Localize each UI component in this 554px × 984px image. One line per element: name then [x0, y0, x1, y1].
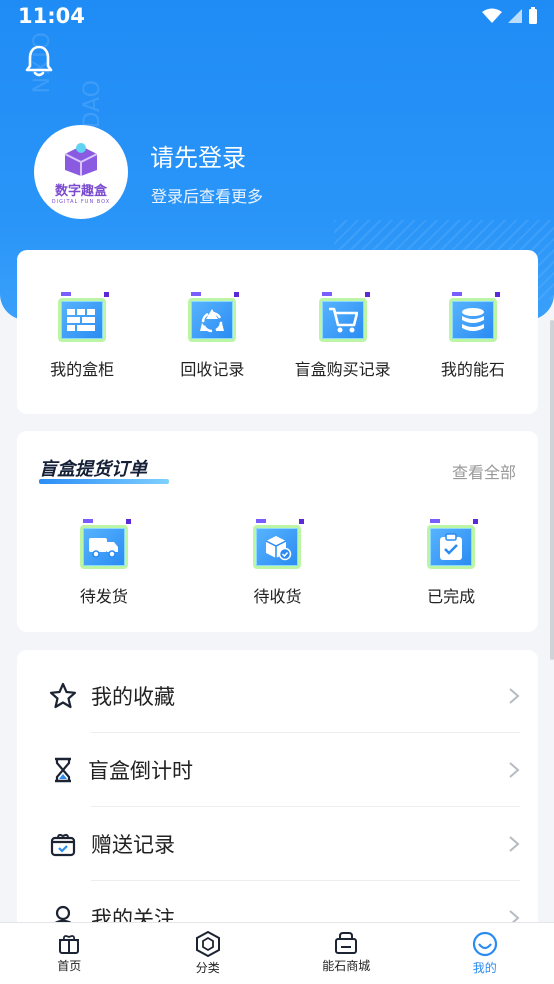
tab-mine[interactable]: 我的 [416, 923, 554, 984]
status-icons [482, 7, 538, 25]
star-icon [49, 682, 77, 709]
tab-label: 首页 [57, 959, 82, 973]
menu-item-countdown[interactable]: 盲盒倒计时 [17, 733, 538, 807]
tab-label: 我的 [472, 961, 497, 975]
shop-bag-icon [335, 932, 358, 954]
menu-item-label: 盲盒倒计时 [88, 759, 193, 783]
orders-title: 盲盒提货订单 [39, 455, 169, 484]
home-gift-icon [59, 935, 80, 954]
signal-icon [508, 9, 522, 23]
tab-stone-shop[interactable]: 能石商城 [277, 923, 416, 984]
order-status-label: 待发货 [79, 587, 128, 606]
cart-icon [316, 290, 370, 344]
login-subtitle: 登录后查看更多 [151, 187, 264, 206]
menu-item-favorites[interactable]: 我的收藏 [17, 659, 538, 733]
status-time: 11:04 [18, 4, 85, 28]
orders-card: 盲盒提货订单 查看全部 待发货 待收货 已完成 [17, 431, 538, 632]
order-status-pending-receipt[interactable]: 待收货 [191, 517, 365, 607]
brand-subtitle: DIGITAL FUN BOX [51, 198, 111, 205]
decor-text: DAO [80, 80, 105, 129]
wifi-icon [482, 8, 502, 23]
gift-record-icon [50, 833, 76, 857]
login-title[interactable]: 请先登录 [150, 138, 246, 173]
scrollbar[interactable] [550, 320, 554, 660]
brand-name: 数字趣盒 [54, 183, 107, 199]
category-cube-icon [195, 931, 220, 957]
orders-title-text: 盲盒提货订单 [39, 459, 147, 480]
coins-icon [446, 290, 500, 344]
chevron-right-icon [509, 688, 520, 704]
menu-item-gift-records[interactable]: 赠送记录 [17, 807, 538, 881]
quick-menu-label: 盲盒购买记录 [294, 360, 391, 379]
hourglass-icon [55, 757, 71, 783]
order-status-pending-shipment[interactable]: 待发货 [17, 517, 191, 607]
quick-menu-item-recycle[interactable]: 回收记录 [147, 290, 277, 380]
notification-bell-icon[interactable] [24, 44, 54, 78]
quick-menu-item-stones[interactable]: 我的能石 [408, 290, 538, 380]
bottom-tab-bar: 首页 分类 能石商城 我的 [0, 922, 554, 984]
quick-menu-label: 我的盒柜 [50, 360, 115, 379]
order-status-completed[interactable]: 已完成 [364, 517, 538, 607]
tab-label: 能石商城 [322, 959, 371, 973]
clipboard-check-icon [424, 517, 479, 571]
avatar[interactable]: 数字趣盒 DIGITAL FUN BOX [34, 125, 128, 219]
truck-icon [77, 517, 131, 571]
tab-label: 分类 [195, 961, 220, 975]
quick-menu-label: 回收记录 [180, 360, 245, 379]
profile-smile-icon [472, 931, 497, 957]
menu-item-label: 赠送记录 [91, 833, 175, 857]
menu-item-label: 我的收藏 [91, 685, 175, 709]
chevron-right-icon [509, 762, 520, 778]
quick-menu-card: 我的盒柜 回收记录 盲盒购买记录 我的能石 [17, 250, 538, 414]
menu-list-card: 我的收藏 盲盒倒计时 赠送记录 我的关注 [17, 650, 538, 940]
tab-category[interactable]: 分类 [139, 923, 278, 984]
title-underline [39, 479, 169, 484]
cabinet-icon [55, 290, 110, 344]
quick-menu-item-cabinet[interactable]: 我的盒柜 [17, 290, 147, 380]
order-status-label: 待收货 [253, 587, 302, 606]
quick-menu-item-purchase[interactable]: 盲盒购买记录 [278, 290, 408, 380]
battery-icon [529, 7, 537, 24]
chevron-right-icon [509, 836, 520, 852]
package-icon [250, 517, 305, 571]
order-status-label: 已完成 [427, 587, 476, 606]
logo-icon [64, 142, 98, 176]
quick-menu-label: 我的能石 [440, 360, 505, 379]
status-bar: 11:04 [0, 0, 554, 32]
recycle-icon [185, 290, 240, 344]
view-all-link[interactable]: 查看全部 [452, 459, 516, 483]
tab-home[interactable]: 首页 [0, 923, 139, 984]
